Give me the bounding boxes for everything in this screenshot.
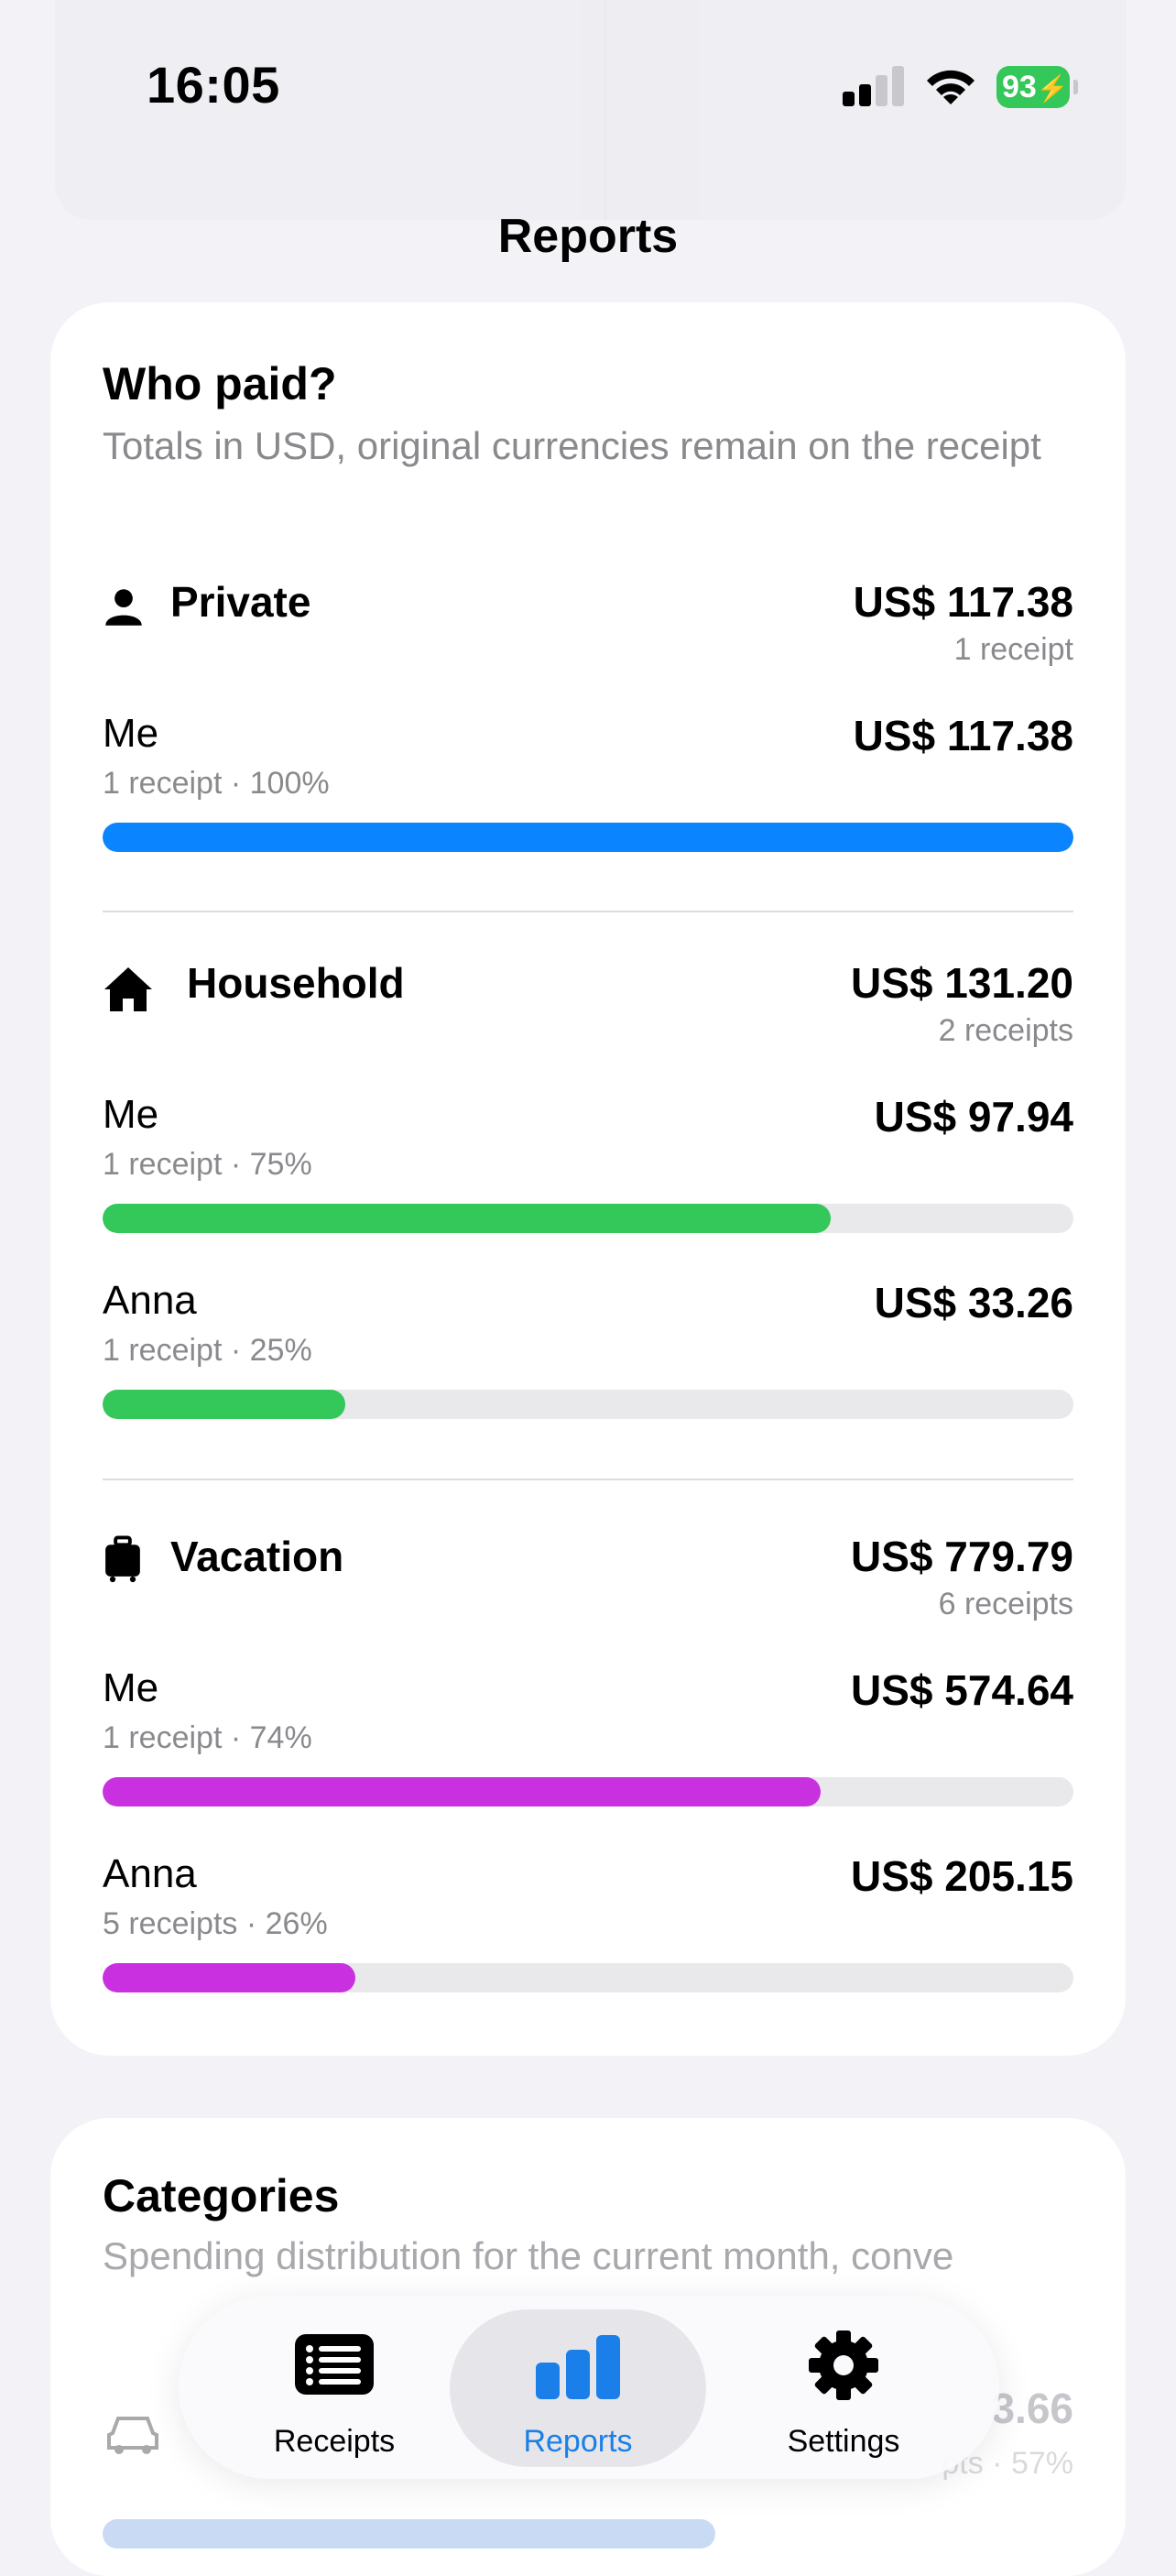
battery-indicator: 93⚡: [996, 66, 1078, 108]
tab-label: Reports: [523, 2424, 633, 2459]
share-bar-fill: [103, 1204, 831, 1233]
tab-label: Receipts: [273, 2424, 396, 2459]
categories-title: Categories: [103, 2170, 340, 2221]
share-bar: [103, 1777, 1073, 1806]
payer-name: Anna: [103, 1278, 197, 1323]
category-share-bar: [103, 2519, 716, 2549]
house-icon: [104, 967, 152, 1011]
payer-amount: US$ 97.94: [874, 1093, 1073, 1141]
group-total: US$ 131.20: [851, 959, 1073, 1007]
cellular-signal-icon: [843, 66, 904, 106]
payer-meta: 1 receipt · 74%: [103, 1720, 312, 1755]
tab-bar: Receipts Reports Settings: [179, 2296, 999, 2479]
share-bar-fill: [103, 1777, 822, 1806]
gear-icon: [809, 2330, 878, 2400]
wifi-icon: [927, 70, 975, 104]
share-bar: [103, 1390, 1073, 1419]
tab-settings[interactable]: Settings: [715, 2296, 972, 2479]
divider: [103, 1479, 1073, 1480]
group-receipt-count: 2 receipts: [938, 1013, 1073, 1048]
payer-meta: 5 receipts · 26%: [103, 1906, 328, 1941]
tab-reports[interactable]: Reports: [450, 2309, 706, 2467]
suitcase-icon: [105, 1535, 140, 1583]
payer-name: Me: [103, 711, 159, 756]
payer-row: Me US$ 117.38 1 receipt · 100%: [103, 711, 1073, 852]
group-total: US$ 117.38: [853, 578, 1073, 626]
group-header-private: Private US$ 117.38 1 receipt: [103, 577, 1073, 667]
payer-row: Anna US$ 205.15 5 receipts · 26%: [103, 1851, 1073, 1992]
who-paid-subtitle: Totals in USD, original currencies remai…: [103, 424, 1041, 467]
charging-bolt-icon: ⚡: [1036, 74, 1069, 103]
payer-amount: US$ 33.26: [874, 1279, 1073, 1326]
bar-chart-icon: [536, 2335, 620, 2399]
group-receipt-count: 6 receipts: [938, 1587, 1073, 1621]
who-paid-title: Who paid?: [103, 358, 337, 409]
share-bar: [103, 1204, 1073, 1233]
status-bar: 16:05 93⚡: [0, 0, 1176, 174]
payer-amount: US$ 117.38: [853, 712, 1073, 759]
status-time: 16:05: [147, 56, 280, 114]
payer-name: Anna: [103, 1851, 197, 1896]
payer-row: Anna US$ 33.26 1 receipt · 25%: [103, 1278, 1073, 1419]
group-total: US$ 779.79: [851, 1533, 1073, 1580]
person-icon: [105, 589, 142, 626]
share-bar-fill: [103, 1390, 345, 1419]
car-icon: [107, 2417, 158, 2454]
divider: [103, 911, 1073, 912]
who-paid-card: Who paid? Totals in USD, original curren…: [50, 302, 1126, 2056]
payer-meta: 1 receipt · 100%: [103, 766, 330, 801]
group-name: Vacation: [170, 1533, 344, 1580]
payer-name: Me: [103, 1092, 159, 1137]
share-bar-fill: [103, 823, 1073, 852]
payer-name: Me: [103, 1665, 159, 1710]
payer-meta: 1 receipt · 75%: [103, 1147, 312, 1182]
payer-row: Me US$ 97.94 1 receipt · 75%: [103, 1092, 1073, 1233]
categories-subtitle: Spending distribution for the current mo…: [103, 2234, 954, 2277]
payer-amount: US$ 205.15: [851, 1852, 1073, 1900]
category-amount: 3.66: [991, 2385, 1073, 2432]
page-title: Reports: [497, 210, 679, 263]
payer-row: Me US$ 574.64 1 receipt · 74%: [103, 1665, 1073, 1806]
payer-meta: 1 receipt · 25%: [103, 1333, 312, 1368]
list-icon: [295, 2334, 374, 2395]
group-name: Household: [187, 959, 405, 1007]
group-name: Private: [170, 578, 311, 626]
share-bar-fill: [103, 1963, 355, 1992]
share-bar: [103, 823, 1073, 852]
battery-level: 93: [1002, 70, 1037, 104]
tab-receipts[interactable]: Receipts: [206, 2296, 463, 2479]
group-receipt-count: 1 receipt: [953, 632, 1073, 667]
share-bar: [103, 1963, 1073, 1992]
group-header-vacation: Vacation US$ 779.79 6 receipts: [103, 1532, 1073, 1621]
payer-amount: US$ 574.64: [851, 1666, 1073, 1714]
tab-label: Settings: [787, 2424, 900, 2459]
group-header-household: Household US$ 131.20 2 receipts: [103, 958, 1073, 1048]
